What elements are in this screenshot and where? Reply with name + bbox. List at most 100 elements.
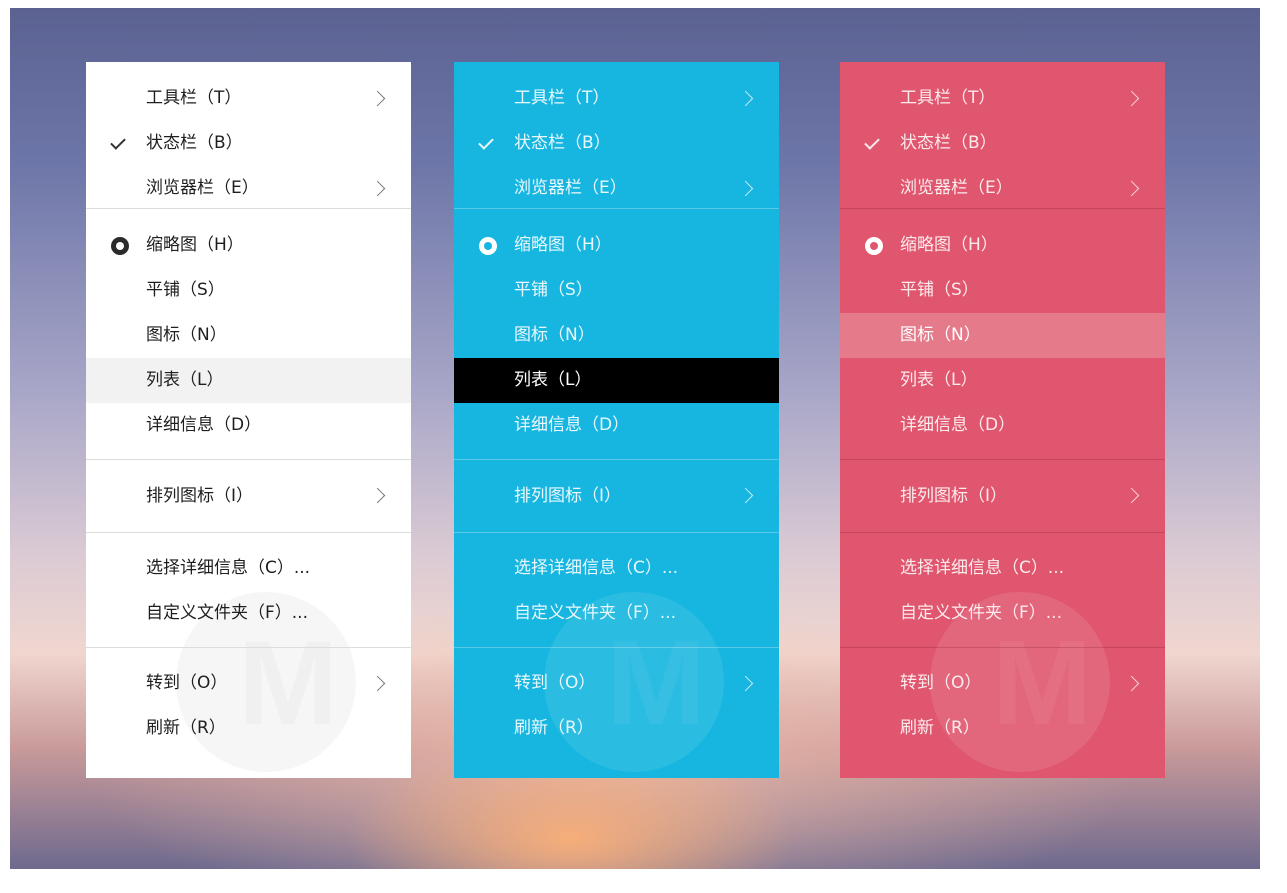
menu-group-navigation: 转到（O） 刷新（R） xyxy=(840,647,1165,778)
menu-group-arrange: 排列图标（I） xyxy=(86,459,411,532)
menu-group-views: 缩略图（H） 平铺（S） 图标（N） 列表（L） 详细信息（D） xyxy=(86,208,411,459)
menu-item-statusbar[interactable]: 状态栏（B） xyxy=(454,121,779,166)
menu-item-thumbnails[interactable]: 缩略图（H） xyxy=(86,223,411,268)
menu-item-label: 列表（L） xyxy=(146,370,224,390)
chevron-right-icon xyxy=(737,90,754,106)
menu-item-label: 详细信息（D） xyxy=(514,415,630,435)
menu-item-refresh[interactable]: 刷新（R） xyxy=(86,706,411,751)
menu-item-thumbnails[interactable]: 缩略图（H） xyxy=(454,223,779,268)
menu-item-details[interactable]: 详细信息（D） xyxy=(86,403,411,448)
menu-item-list[interactable]: 列表（L） xyxy=(86,358,411,403)
menu-group-bars: 工具栏（T） 状态栏（B） 浏览器栏（E） xyxy=(86,62,411,208)
menu-item-tiles[interactable]: 平铺（S） xyxy=(840,268,1165,313)
menu-group-views: 缩略图（H） 平铺（S） 图标（N） 列表（L） 详细信息（D） xyxy=(454,208,779,459)
menu-item-details[interactable]: 详细信息（D） xyxy=(454,403,779,448)
menu-group-arrange: 排列图标（I） xyxy=(454,459,779,532)
menu-group-navigation: 转到（O） 刷新（R） xyxy=(86,647,411,778)
radio-selected-icon xyxy=(864,223,884,268)
menu-item-statusbar[interactable]: 状态栏（B） xyxy=(840,121,1165,166)
menu-item-arrange-icons[interactable]: 排列图标（I） xyxy=(454,460,779,532)
menu-item-label: 缩略图（H） xyxy=(514,235,612,255)
context-menu-blue: M 工具栏（T） 状态栏（B） 浏览器栏（E） 缩略图（H） 平铺（S） 图标（… xyxy=(454,62,779,778)
menu-item-icons[interactable]: 图标（N） xyxy=(454,313,779,358)
menu-item-label: 列表（L） xyxy=(514,370,592,390)
menu-item-browserbar[interactable]: 浏览器栏（E） xyxy=(840,166,1165,211)
menu-item-go-to[interactable]: 转到（O） xyxy=(840,661,1165,706)
menu-item-go-to[interactable]: 转到（O） xyxy=(86,661,411,706)
menu-item-icons[interactable]: 图标（N） xyxy=(86,313,411,358)
menu-item-label: 工具栏（T） xyxy=(900,88,996,108)
menu-item-list[interactable]: 列表（L） xyxy=(454,358,779,403)
menu-item-arrange-icons[interactable]: 排列图标（I） xyxy=(840,460,1165,532)
menu-item-label: 工具栏（T） xyxy=(146,88,242,108)
menu-item-choose-details[interactable]: 选择详细信息（C）... xyxy=(840,546,1165,591)
menu-item-label: 选择详细信息（C）... xyxy=(514,558,679,578)
menu-item-label: 缩略图（H） xyxy=(146,235,244,255)
menu-item-label: 状态栏（B） xyxy=(146,133,243,153)
menu-item-label: 平铺（S） xyxy=(514,280,593,300)
menu-item-thumbnails[interactable]: 缩略图（H） xyxy=(840,223,1165,268)
menu-item-choose-details[interactable]: 选择详细信息（C）... xyxy=(454,546,779,591)
menu-item-toolbar[interactable]: 工具栏（T） xyxy=(840,76,1165,121)
menu-item-toolbar[interactable]: 工具栏（T） xyxy=(86,76,411,121)
menu-item-label: 选择详细信息（C）... xyxy=(900,558,1065,578)
menu-item-label: 自定义文件夹（F）... xyxy=(146,603,308,623)
menu-item-label: 转到（O） xyxy=(514,673,596,693)
menu-item-statusbar[interactable]: 状态栏（B） xyxy=(86,121,411,166)
chevron-right-icon xyxy=(369,675,386,691)
menu-item-customize-folder[interactable]: 自定义文件夹（F）... xyxy=(454,591,779,636)
menu-item-label: 列表（L） xyxy=(900,370,978,390)
chevron-right-icon xyxy=(369,487,386,504)
check-icon xyxy=(864,121,884,166)
menu-item-browserbar[interactable]: 浏览器栏（E） xyxy=(86,166,411,211)
menu-item-arrange-icons[interactable]: 排列图标（I） xyxy=(86,460,411,532)
menu-item-tiles[interactable]: 平铺（S） xyxy=(454,268,779,313)
chevron-right-icon xyxy=(737,180,754,196)
menu-group-bars: 工具栏（T） 状态栏（B） 浏览器栏（E） xyxy=(840,62,1165,208)
menu-group-customize: 选择详细信息（C）... 自定义文件夹（F）... xyxy=(454,532,779,647)
menu-item-label: 自定义文件夹（F）... xyxy=(514,603,676,623)
menu-item-label: 详细信息（D） xyxy=(146,415,262,435)
menu-item-tiles[interactable]: 平铺（S） xyxy=(86,268,411,313)
menu-item-label: 刷新（R） xyxy=(146,718,226,738)
radio-selected-icon xyxy=(110,223,130,268)
menu-item-customize-folder[interactable]: 自定义文件夹（F）... xyxy=(840,591,1165,636)
menu-item-label: 详细信息（D） xyxy=(900,415,1016,435)
menu-item-label: 排列图标（I） xyxy=(900,486,1008,506)
menu-item-icons[interactable]: 图标（N） xyxy=(840,313,1165,358)
context-menu-white: M 工具栏（T） 状态栏（B） 浏览器栏（E） 缩略图（H） 平铺（S） 图标（… xyxy=(86,62,411,778)
menu-item-label: 缩略图（H） xyxy=(900,235,998,255)
menu-item-label: 平铺（S） xyxy=(146,280,225,300)
menu-item-label: 状态栏（B） xyxy=(900,133,997,153)
check-icon xyxy=(110,121,130,166)
chevron-right-icon xyxy=(1123,675,1140,691)
menu-item-label: 转到（O） xyxy=(146,673,228,693)
menu-item-label: 排列图标（I） xyxy=(514,486,622,506)
menu-item-refresh[interactable]: 刷新（R） xyxy=(840,706,1165,751)
menu-item-label: 浏览器栏（E） xyxy=(146,178,259,198)
menu-item-choose-details[interactable]: 选择详细信息（C）... xyxy=(86,546,411,591)
chevron-right-icon xyxy=(737,487,754,504)
menu-group-customize: 选择详细信息（C）... 自定义文件夹（F）... xyxy=(840,532,1165,647)
chevron-right-icon xyxy=(1123,180,1140,196)
menu-item-refresh[interactable]: 刷新（R） xyxy=(454,706,779,751)
menu-item-label: 浏览器栏（E） xyxy=(900,178,1013,198)
menu-item-toolbar[interactable]: 工具栏（T） xyxy=(454,76,779,121)
chevron-right-icon xyxy=(737,675,754,691)
menu-item-label: 图标（N） xyxy=(146,325,227,345)
menu-group-navigation: 转到（O） 刷新（R） xyxy=(454,647,779,778)
menu-group-arrange: 排列图标（I） xyxy=(840,459,1165,532)
menu-item-list[interactable]: 列表（L） xyxy=(840,358,1165,403)
menu-item-customize-folder[interactable]: 自定义文件夹（F）... xyxy=(86,591,411,636)
menu-item-browserbar[interactable]: 浏览器栏（E） xyxy=(454,166,779,211)
menu-item-go-to[interactable]: 转到（O） xyxy=(454,661,779,706)
chevron-right-icon xyxy=(1123,487,1140,504)
menu-item-label: 图标（N） xyxy=(514,325,595,345)
menu-item-label: 浏览器栏（E） xyxy=(514,178,627,198)
chevron-right-icon xyxy=(1123,90,1140,106)
chevron-right-icon xyxy=(369,90,386,106)
check-icon xyxy=(478,121,498,166)
menu-item-details[interactable]: 详细信息（D） xyxy=(840,403,1165,448)
menu-item-label: 排列图标（I） xyxy=(146,486,254,506)
menu-item-label: 工具栏（T） xyxy=(514,88,610,108)
